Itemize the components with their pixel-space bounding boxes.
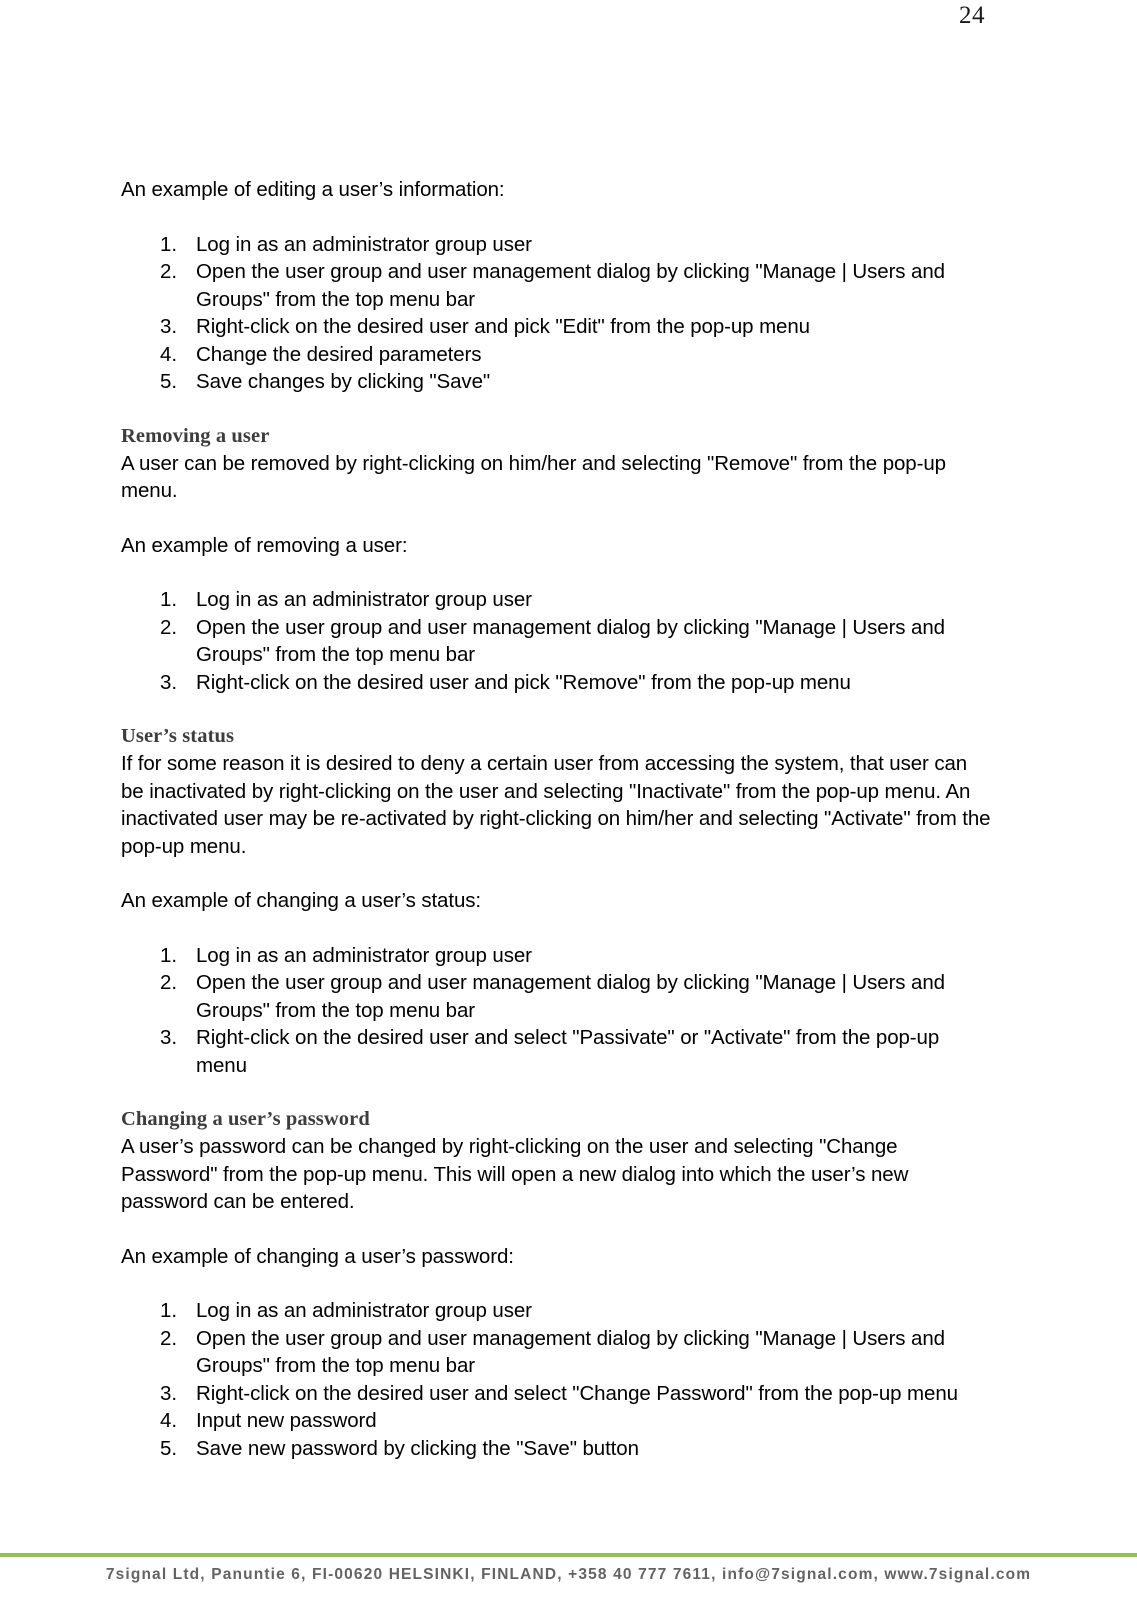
- document-page: 24 An example of editing a user’s inform…: [0, 0, 1137, 1598]
- heading-removing-a-user: Removing a user: [121, 424, 270, 447]
- list-item: Right-click on the desired user and pick…: [160, 669, 851, 696]
- changing-password-example-intro: An example of changing a user’s password…: [121, 1244, 514, 1268]
- list-item: Log in as an administrator group user: [160, 231, 532, 258]
- heading-changing-password: Changing a user’s password: [121, 1108, 370, 1130]
- list-item: Open the user group and user management …: [160, 258, 945, 311]
- changing-password-example-steps: Log in as an administrator group user Op…: [121, 1297, 993, 1462]
- footer-divider: [0, 1553, 1137, 1557]
- removing-example-steps: Log in as an administrator group user Op…: [121, 586, 993, 696]
- page-content: An example of editing a user’s informati…: [121, 176, 993, 1462]
- list-item: Save changes by clicking "Save": [160, 368, 491, 395]
- list-item: Log in as an administrator group user: [160, 1297, 532, 1324]
- footer-contact-info: 7signal Ltd, Panuntie 6, FI-00620 HELSIN…: [105, 1566, 1032, 1583]
- list-item: Log in as an administrator group user: [160, 942, 532, 969]
- editing-example-intro: An example of editing a user’s informati…: [121, 178, 505, 201]
- list-item: Right-click on the desired user and sele…: [160, 1024, 940, 1077]
- list-item: Change the desired parameters: [160, 341, 482, 368]
- list-item: Open the user group and user management …: [160, 969, 945, 1022]
- list-item: Open the user group and user management …: [160, 1325, 945, 1378]
- users-status-example-intro: An example of changing a user’s status:: [121, 889, 482, 912]
- users-status-body: If for some reason it is desired to deny…: [121, 752, 991, 858]
- list-item: Log in as an administrator group user: [160, 586, 532, 613]
- changing-password-body: A user’s password can be changed by righ…: [121, 1135, 909, 1213]
- page-number: 24: [959, 2, 985, 29]
- users-status-example-steps: Log in as an administrator group user Op…: [121, 942, 993, 1080]
- list-item: Save new password by clicking the "Save"…: [160, 1435, 639, 1462]
- editing-example-steps: Log in as an administrator group user Op…: [121, 231, 993, 396]
- removing-example-intro: An example of removing a user:: [121, 533, 408, 557]
- list-item: Right-click on the desired user and pick…: [160, 313, 810, 340]
- list-item: Input new password: [160, 1407, 377, 1434]
- heading-users-status: User’s status: [121, 725, 235, 747]
- list-item: Open the user group and user management …: [160, 614, 945, 667]
- list-item: Right-click on the desired user and sele…: [160, 1380, 958, 1407]
- removing-a-user-body: A user can be removed by right-clicking …: [121, 451, 946, 503]
